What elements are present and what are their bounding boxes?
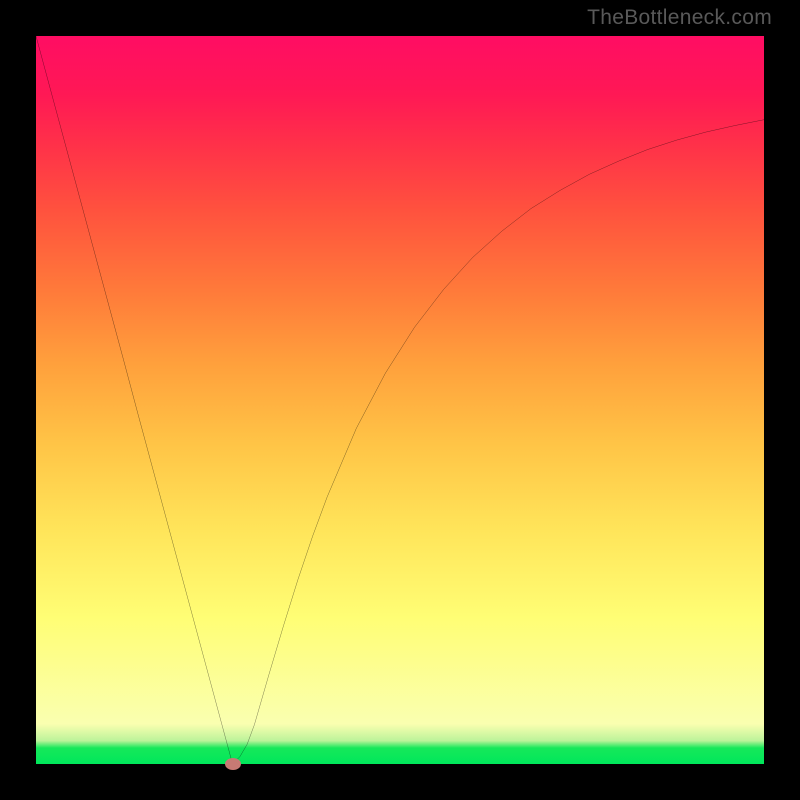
chart-frame: TheBottleneck.com [0, 0, 800, 800]
bottleneck-curve [36, 36, 764, 764]
plot-area [36, 36, 764, 764]
optimum-marker [225, 758, 241, 770]
watermark-text: TheBottleneck.com [587, 6, 772, 30]
curve-line [36, 36, 764, 764]
